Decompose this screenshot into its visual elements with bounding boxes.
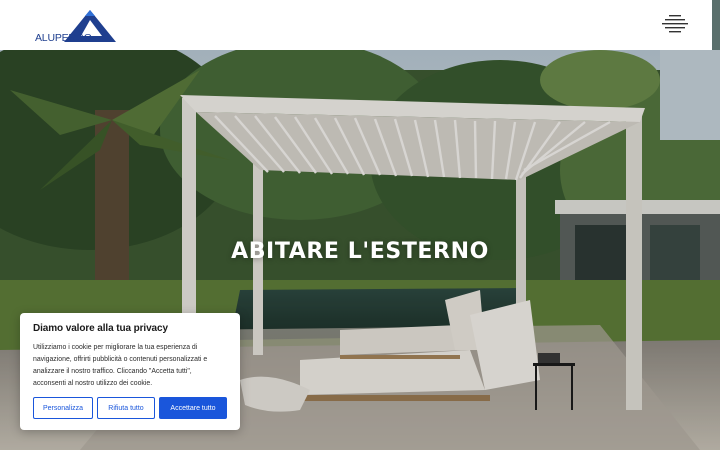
- cookie-buttons: Personalizza Rifiuta tutto Accettare tut…: [33, 397, 227, 419]
- alupergo-logo[interactable]: ALUPERGO: [34, 8, 118, 44]
- logo-text: ALUPERGO: [35, 32, 92, 44]
- cookie-banner-title: Diamo valore alla tua privacy: [33, 323, 168, 334]
- cookie-text-line: analizzare il nostro traffico. Cliccando…: [33, 368, 192, 375]
- hero-title: ABITARE L'ESTERNO: [231, 239, 489, 264]
- site-header: ALUPERGO: [0, 0, 712, 50]
- reject-all-button[interactable]: Rifiuta tutto: [97, 397, 155, 419]
- hamburger-menu-icon: [662, 15, 688, 33]
- customize-button[interactable]: Personalizza: [33, 397, 93, 419]
- accept-all-button[interactable]: Accettare tutto: [159, 397, 227, 419]
- header-edge: [712, 0, 720, 50]
- cookie-text-line: acconsenti al nostro utilizzo dei cookie…: [33, 380, 153, 387]
- menu-button[interactable]: [660, 12, 690, 36]
- cookie-text-line: navigazione, offrirti pubblicità o conte…: [33, 356, 208, 363]
- cookie-consent-banner: Diamo valore alla tua privacy Utilizziam…: [20, 313, 240, 430]
- cookie-banner-text: Utilizziamo i cookie per migliorare la t…: [33, 342, 227, 390]
- cookie-text-line: Utilizziamo i cookie per migliorare la t…: [33, 344, 198, 351]
